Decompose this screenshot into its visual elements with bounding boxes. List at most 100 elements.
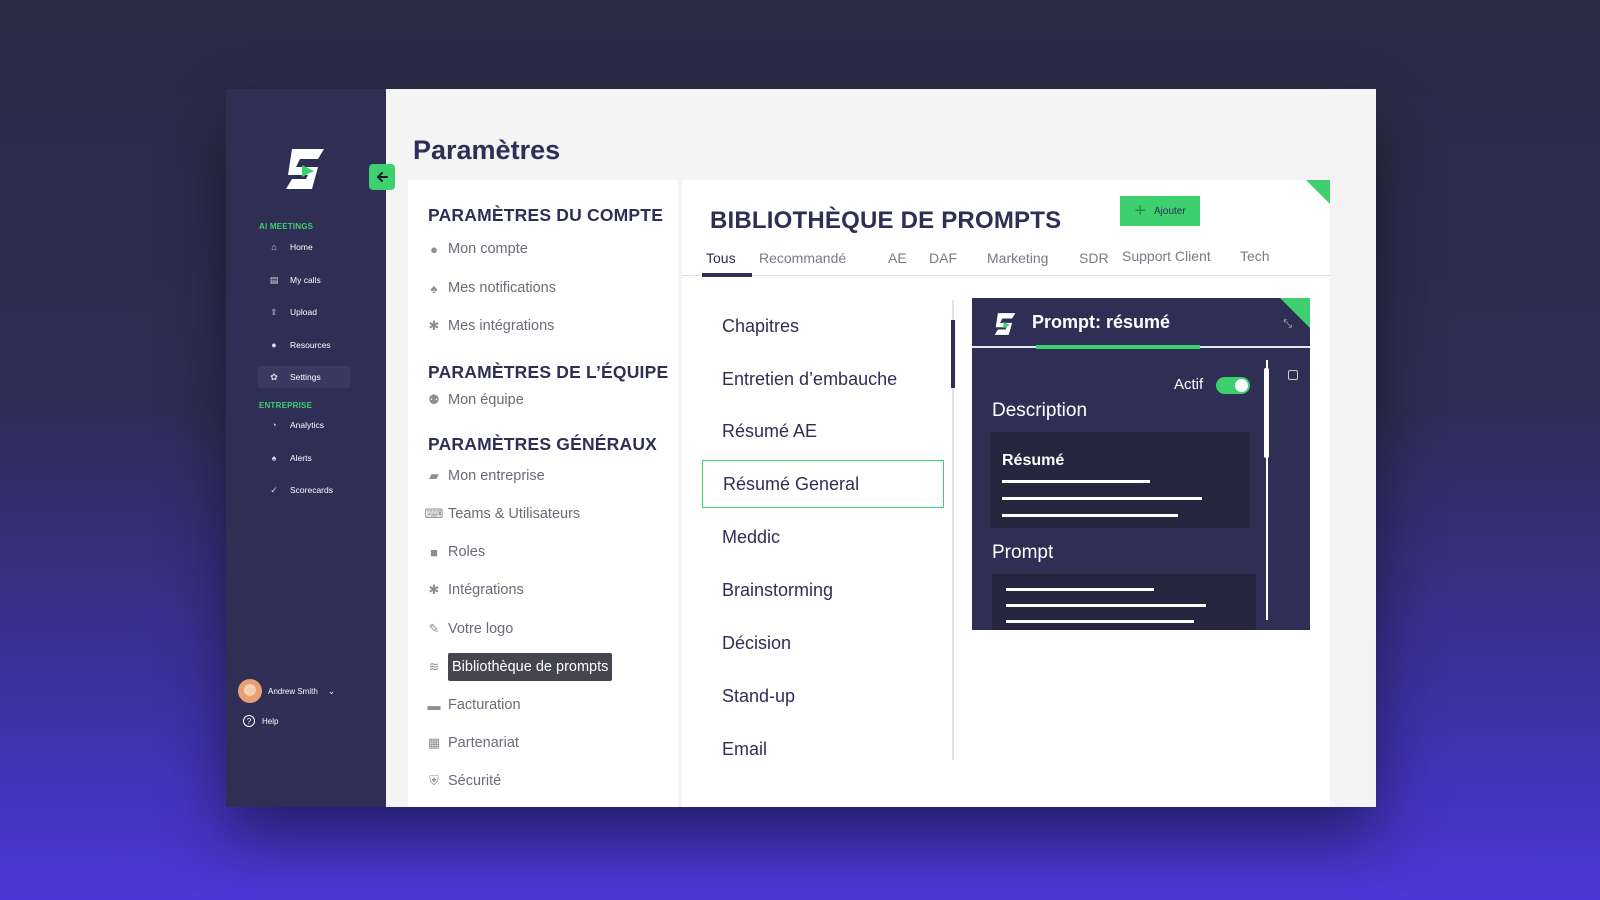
help-link[interactable]: ? Help <box>243 715 278 727</box>
app-logo <box>286 149 324 189</box>
prompt-list-scroll-thumb[interactable] <box>951 320 955 388</box>
settings-item-votre-logo[interactable]: ✎ Votre logo <box>426 614 514 644</box>
settings-item-mon-equipe[interactable]: ⚉ Mon équipe <box>426 385 524 415</box>
add-prompt-button[interactable]: + Ajouter <box>1120 196 1200 226</box>
settings-item-roles[interactable]: ■ Roles <box>426 537 485 567</box>
prompt-card[interactable] <box>992 574 1256 630</box>
settings-item-mon-compte[interactable]: ● Mon compte <box>426 234 528 264</box>
sidebar-item-label: Alerts <box>290 453 312 463</box>
section-label-ai-meetings: AI MEETINGS <box>259 222 314 231</box>
copy-icon[interactable] <box>1288 370 1298 380</box>
settings-item-label: Teams & Utilisateurs <box>448 506 581 522</box>
active-tab-indicator <box>702 273 752 277</box>
wallet-icon: ▬ <box>427 697 441 713</box>
general-settings-title: PARAMÈTRES GÉNÉRAUX <box>428 434 658 454</box>
pencil-icon: ✎ <box>428 621 440 636</box>
tab-ae[interactable]: AE <box>888 250 907 266</box>
collapse-sidebar-button[interactable] <box>369 164 395 190</box>
prompt-item-email[interactable]: Email <box>702 725 944 773</box>
prompt-item-entretien[interactable]: Entretien d’embauche <box>702 355 944 403</box>
settings-item-partenariat[interactable]: ▦ Partenariat <box>426 728 519 758</box>
prompt-item-brainstorming[interactable]: Brainstorming <box>702 566 944 614</box>
avatar <box>238 679 262 703</box>
text-placeholder-line <box>1002 514 1178 517</box>
sidebar-item-resources[interactable]: ● Resources <box>258 334 350 356</box>
settings-item-mon-entreprise[interactable]: ▰ Mon entreprise <box>426 461 545 491</box>
tab-tous[interactable]: Tous <box>706 250 736 266</box>
lock-icon: ■ <box>430 544 438 560</box>
resources-icon: ● <box>271 340 277 350</box>
settings-item-facturation[interactable]: ▬ Facturation <box>426 690 521 720</box>
settings-item-label: Mon entreprise <box>448 468 545 484</box>
app-logo <box>994 313 1016 335</box>
prompt-detail-title: Prompt: résumé <box>1032 312 1171 332</box>
title-accent <box>1036 345 1200 349</box>
prompt-item-meddic[interactable]: Meddic <box>702 513 944 561</box>
puzzle-icon: ✱ <box>428 318 440 333</box>
tab-sdr[interactable]: SDR <box>1079 250 1109 266</box>
tab-support-client[interactable]: Support Client <box>1122 248 1211 264</box>
prompt-item-decision[interactable]: Décision <box>702 619 944 667</box>
prompt-item-resume-general[interactable]: Résumé General <box>702 460 944 508</box>
tab-daf[interactable]: DAF <box>929 250 957 266</box>
text-placeholder-line <box>1002 480 1150 483</box>
team-icon: ⚉ <box>428 392 440 407</box>
arrow-left-icon <box>377 172 388 182</box>
description-label: Description <box>992 400 1088 421</box>
sidebar-item-label: Settings <box>290 372 321 382</box>
prompt-library-title: BIBLIOTHÈQUE DE PROMPTS <box>710 207 1062 234</box>
user-menu[interactable]: Andrew Smith ⌄ <box>238 679 335 703</box>
user-icon: ● <box>430 241 438 257</box>
sidebar-item-upload[interactable]: ⇪ Upload <box>258 301 350 323</box>
plus-icon: + <box>1134 200 1146 222</box>
stack-icon: ≋ <box>428 659 440 674</box>
tab-marketing[interactable]: Marketing <box>987 250 1048 266</box>
settings-item-label: Mes intégrations <box>448 318 555 334</box>
active-toggle[interactable] <box>1216 377 1250 394</box>
bell-icon: ♠ <box>271 453 277 463</box>
category-tabs: Tous Recommandé AE DAF Marketing SDR Sup… <box>682 240 1330 277</box>
text-placeholder-line <box>1006 620 1194 623</box>
page-title: Paramètres <box>413 135 561 165</box>
sidebar-item-home[interactable]: ⌂ Home <box>258 236 350 258</box>
sidebar-item-analytics[interactable]: ◔ Analytics <box>258 414 350 436</box>
settings-item-securite[interactable]: ⛨ Sécurité <box>426 766 501 796</box>
settings-item-integrations[interactable]: ✱ Intégrations <box>426 575 524 605</box>
prompt-item-chapitres[interactable]: Chapitres <box>702 302 944 350</box>
bell-icon: ♠ <box>430 280 438 296</box>
description-card[interactable]: Résumé <box>990 432 1250 528</box>
settings-item-integrations-perso[interactable]: ✱ Mes intégrations <box>426 311 555 341</box>
collapse-icon[interactable]: ⤡ <box>1283 318 1292 331</box>
prompt-item-resume-ae[interactable]: Résumé AE <box>702 407 944 455</box>
text-placeholder-line <box>1006 604 1206 607</box>
tab-tech[interactable]: Tech <box>1240 248 1270 264</box>
building-icon: ▰ <box>429 468 439 483</box>
sidebar-item-alerts[interactable]: ♠ Alerts <box>258 447 350 469</box>
prompt-item-stand-up[interactable]: Stand-up <box>702 672 944 720</box>
settings-item-label: Mes notifications <box>448 280 556 296</box>
text-placeholder-line <box>1002 497 1202 500</box>
analytics-icon: ◔ <box>271 420 277 430</box>
sidebar-item-label: Analytics <box>290 420 325 430</box>
gear-icon: ✿ <box>270 371 278 382</box>
gift-icon: ▦ <box>427 735 441 750</box>
settings-item-label: Partenariat <box>448 735 519 751</box>
settings-nav-panel: PARAMÈTRES DU COMPTE ● Mon compte ♠ Mes … <box>408 180 678 807</box>
add-prompt-label: Ajouter <box>1154 205 1186 217</box>
settings-item-notifications[interactable]: ♠ Mes notifications <box>426 273 556 303</box>
sidebar-item-settings[interactable]: ✿ Settings <box>258 366 350 388</box>
prompt-detail-card: Prompt: résumé ⤡ Actif Description Résum… <box>972 298 1310 630</box>
sidebar-item-label: Scorecards <box>290 485 333 495</box>
sidebar-item-scorecards[interactable]: ✓ Scorecards <box>258 479 350 501</box>
shield-icon: ⛨ <box>429 773 439 788</box>
calls-icon: ▤ <box>269 274 279 285</box>
tab-recommande[interactable]: Recommandé <box>759 250 846 266</box>
team-settings-title: PARAMÈTRES DE L’ÉQUIPE <box>428 362 669 382</box>
settings-item-label: Votre logo <box>448 621 514 637</box>
detail-scroll-thumb[interactable] <box>1264 368 1269 458</box>
settings-item-teams-utilisateurs[interactable]: ⌨ Teams & Utilisateurs <box>425 499 581 529</box>
settings-item-bibliotheque-prompts[interactable]: ≋ Bibliothèque de prompts <box>426 652 613 682</box>
sidebar-item-my-calls[interactable]: ▤ My calls <box>258 269 350 291</box>
user-name: Andrew Smith <box>268 686 318 696</box>
sidebar-item-label: Upload <box>290 307 317 317</box>
